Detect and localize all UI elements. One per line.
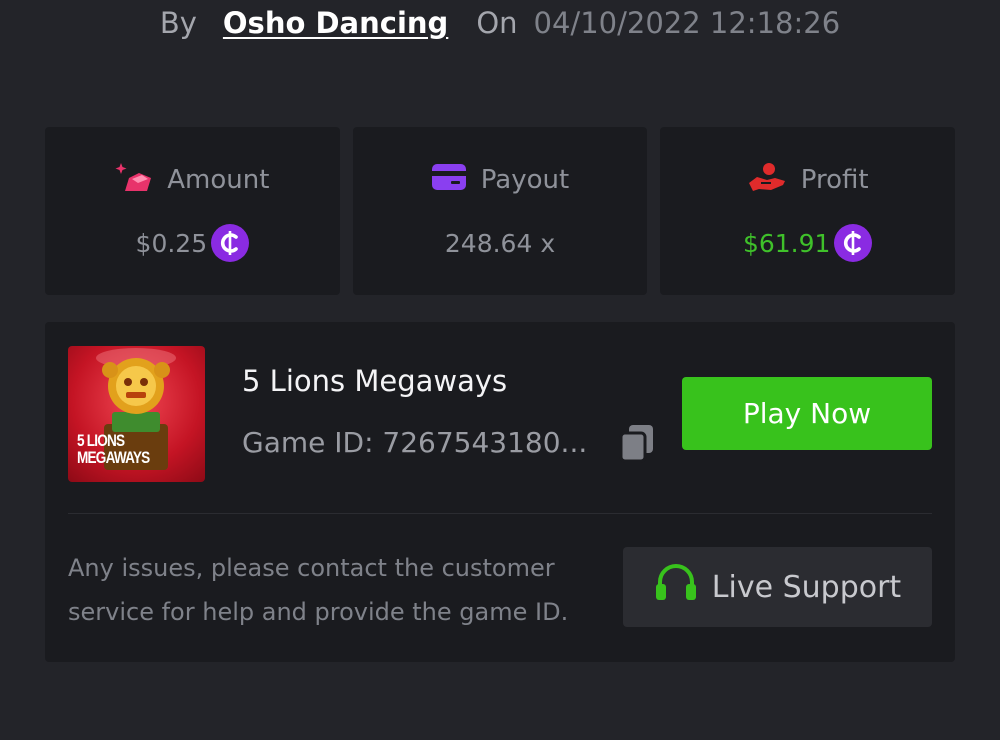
bet-datetime: 04/10/2022 12:18:26 (533, 6, 841, 40)
username-link[interactable]: Osho Dancing (223, 6, 448, 40)
divider (68, 513, 932, 514)
copy-icon[interactable] (618, 423, 656, 463)
profit-label: Profit (800, 165, 869, 195)
headset-icon (654, 562, 698, 612)
help-text: Any issues, please contact the customer … (68, 554, 569, 626)
on-label: On (476, 6, 518, 40)
bet-byline: By Osho Dancing On 04/10/2022 12:18:26 (0, 0, 1000, 46)
stat-amount: Amount $0.25 (45, 127, 340, 295)
game-thumbnail[interactable]: 5 LIONS MEGAWAYS (68, 346, 205, 482)
coin-icon (834, 224, 873, 262)
game-title: 5 Lions Megaways (242, 364, 508, 398)
hand-profit-icon (747, 161, 787, 200)
game-card: 5 LIONS MEGAWAYS 5 Lions Megaways Game I… (45, 322, 955, 662)
card-icon (431, 162, 467, 199)
stat-payout: Payout 248.64 x (352, 127, 648, 295)
amount-value: $0.25 (135, 228, 208, 258)
live-support-button[interactable]: Live Support (623, 547, 932, 627)
bet-amount-icon (115, 161, 153, 200)
stat-profit: Profit $61.91 (660, 127, 956, 295)
game-id: Game ID: 7267543180... (242, 426, 588, 459)
bet-stats: Amount $0.25 Payout 248.64 x Profit $61.… (45, 127, 956, 295)
payout-label: Payout (480, 165, 570, 195)
amount-label: Amount (167, 165, 270, 195)
payout-value: 248.64 x (444, 228, 556, 258)
coin-icon (211, 224, 250, 262)
by-label: By (159, 6, 197, 40)
profit-value: $61.91 (742, 228, 831, 258)
live-support-label: Live Support (711, 569, 902, 605)
thumbnail-logo-text: 5 LIONS MEGAWAYS (77, 431, 150, 467)
play-now-button[interactable]: Play Now (682, 377, 932, 450)
